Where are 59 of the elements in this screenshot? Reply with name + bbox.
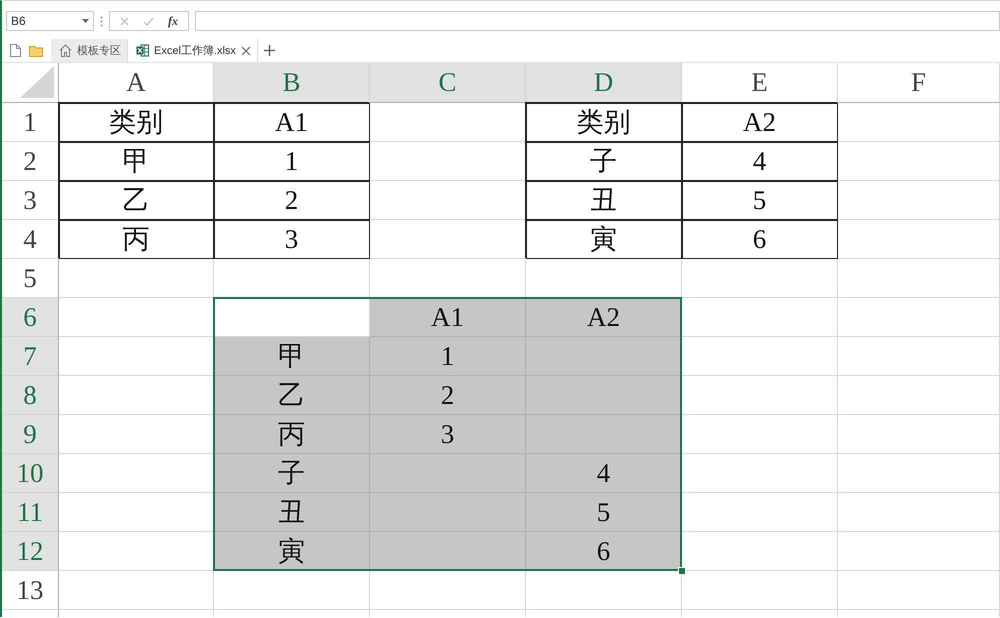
- table-cell: 1: [370, 337, 526, 376]
- file-tab[interactable]: 模板专区: [51, 39, 128, 62]
- row-header[interactable]: 6: [2, 298, 59, 337]
- new-document-icon[interactable]: [10, 44, 21, 57]
- table-cell: 4: [526, 454, 682, 493]
- table-cell: A1: [370, 298, 526, 337]
- check-icon[interactable]: [143, 16, 154, 26]
- row-header[interactable]: 7: [2, 337, 59, 376]
- table-cell: 5: [682, 181, 838, 220]
- folder-icon[interactable]: [29, 44, 43, 56]
- table-cell: 3: [214, 220, 370, 259]
- table-cell: 丑: [526, 181, 682, 220]
- column-header[interactable]: B: [214, 63, 370, 103]
- row-header[interactable]: 13: [2, 571, 59, 610]
- row-header[interactable]: 11: [2, 493, 59, 532]
- table-cell: 甲: [59, 142, 214, 181]
- table-cell: A2: [526, 298, 682, 337]
- table-cell: 3: [370, 415, 526, 454]
- formula-field[interactable]: [195, 11, 1000, 31]
- cancel-icon[interactable]: [120, 16, 129, 26]
- row-header[interactable]: 5: [2, 259, 59, 298]
- column-header[interactable]: C: [370, 63, 526, 103]
- table-cell: 丙: [214, 415, 370, 454]
- table-cell: 子: [214, 454, 370, 493]
- table-cell: 乙: [59, 181, 214, 220]
- table-cell: 类别: [59, 103, 214, 142]
- close-icon[interactable]: [240, 46, 251, 56]
- dropdown-caret-icon[interactable]: [82, 19, 89, 23]
- table-cell: A1: [214, 103, 370, 142]
- row-header[interactable]: 10: [2, 454, 59, 493]
- column-header[interactable]: F: [838, 63, 1000, 103]
- table-cell: 子: [526, 142, 682, 181]
- table-cell: 丑: [214, 493, 370, 532]
- column-header[interactable]: D: [526, 63, 682, 103]
- home-icon: [59, 44, 72, 57]
- table-cell: 6: [682, 220, 838, 259]
- select-all-icon[interactable]: [20, 66, 54, 98]
- spreadsheet-icon: [136, 44, 149, 57]
- table-cell: 1: [214, 142, 370, 181]
- table-cell: 寅: [526, 220, 682, 259]
- row-header[interactable]: 9: [2, 415, 59, 454]
- table-cell: 寅: [214, 532, 370, 571]
- table-cell: 丙: [59, 220, 214, 259]
- table-cell: 4: [682, 142, 838, 181]
- fill-handle[interactable]: [678, 567, 686, 575]
- table-cell: A2: [682, 103, 838, 142]
- table-cell: 类别: [526, 103, 682, 142]
- table-cell: 乙: [214, 376, 370, 415]
- table-cell: 2: [214, 181, 370, 220]
- more-dots-icon[interactable]: [100, 16, 103, 26]
- table-cell: 6: [526, 532, 682, 571]
- table-cell: 5: [526, 493, 682, 532]
- add-tab-icon[interactable]: [264, 45, 275, 56]
- function-button[interactable]: fx: [168, 14, 178, 28]
- name-box[interactable]: B6: [6, 11, 94, 31]
- table-cell: 甲: [214, 337, 370, 376]
- row-header[interactable]: 8: [2, 376, 59, 415]
- table-cell: 2: [370, 376, 526, 415]
- row-header[interactable]: 12: [2, 532, 59, 571]
